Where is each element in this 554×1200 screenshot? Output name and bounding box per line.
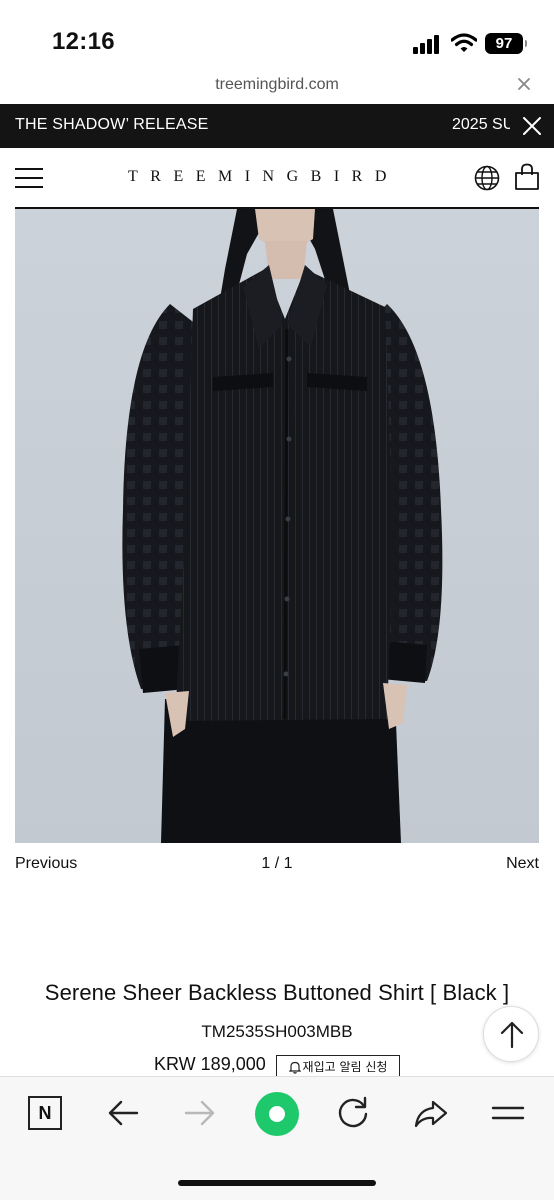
next-button[interactable]: Next bbox=[506, 855, 539, 873]
hamburger-menu-icon[interactable] bbox=[15, 168, 43, 188]
forward-arrow-icon[interactable] bbox=[182, 1095, 218, 1131]
wifi-icon bbox=[451, 33, 477, 52]
bell-icon bbox=[288, 1061, 301, 1074]
status-bar: 12:16 97 bbox=[0, 0, 554, 70]
product-price: KRW 189,000 bbox=[154, 1054, 266, 1074]
home-indicator bbox=[178, 1180, 376, 1186]
scroll-to-top-button[interactable] bbox=[483, 1006, 539, 1062]
back-arrow-icon[interactable] bbox=[105, 1095, 141, 1131]
site-header: TREEMINGBIRD bbox=[0, 148, 554, 208]
battery-icon: 97 bbox=[485, 33, 527, 54]
globe-icon[interactable] bbox=[474, 165, 500, 191]
announcement-bar: THE SHADOW’ RELEASE 2025 SU bbox=[0, 104, 554, 148]
url-bar[interactable]: treemingbird.com bbox=[0, 70, 554, 104]
shopping-bag-icon[interactable] bbox=[514, 163, 540, 191]
green-dot-icon[interactable] bbox=[254, 1091, 300, 1137]
menu-icon[interactable] bbox=[490, 1095, 526, 1131]
announcement-text[interactable]: THE SHADOW’ RELEASE bbox=[15, 116, 208, 134]
product-code: TM2535SH003MBB bbox=[201, 1022, 353, 1041]
restock-alert-label: 재입고 알림 신청 bbox=[302, 1060, 388, 1074]
close-icon[interactable] bbox=[520, 114, 544, 138]
announcement-text-next[interactable]: 2025 SU bbox=[452, 116, 510, 134]
gallery-pager: Previous 1 / 1 Next bbox=[0, 853, 554, 877]
product-title: Serene Sheer Backless Buttoned Shirt [ B… bbox=[44, 980, 510, 1005]
url-text[interactable]: treemingbird.com bbox=[0, 76, 554, 94]
close-icon[interactable] bbox=[514, 74, 534, 94]
arrow-up-icon bbox=[500, 1021, 524, 1049]
status-time: 12:16 bbox=[52, 28, 115, 55]
site-logo[interactable]: TREEMINGBIRD bbox=[128, 168, 399, 186]
gallery-counter: 1 / 1 bbox=[261, 855, 293, 872]
reload-icon[interactable] bbox=[335, 1095, 371, 1131]
naver-home-icon[interactable]: N bbox=[28, 1096, 62, 1130]
signal-icon bbox=[413, 34, 443, 54]
product-image[interactable] bbox=[15, 209, 539, 843]
share-icon[interactable] bbox=[413, 1095, 449, 1131]
